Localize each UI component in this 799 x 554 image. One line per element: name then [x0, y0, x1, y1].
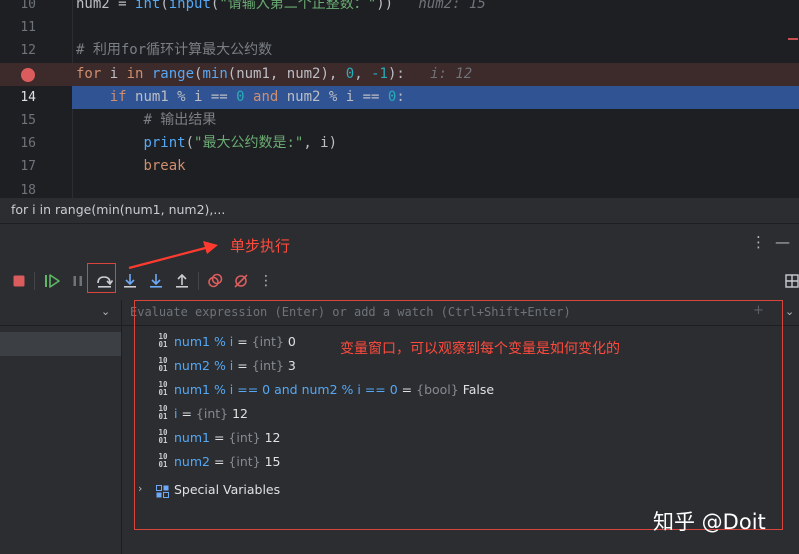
- code-text[interactable]: # 利用for循环计算最大公约数: [76, 39, 272, 62]
- code-token: )): [376, 0, 394, 12]
- code-token: -1: [371, 65, 388, 82]
- code-token: print: [143, 135, 186, 152]
- layout-icon[interactable]: [782, 271, 799, 291]
- code-token: # 输出结果: [143, 112, 217, 128]
- code-token: int: [135, 0, 161, 12]
- code-token: in: [126, 65, 152, 82]
- variables-highlight: [134, 300, 783, 530]
- frames-header[interactable]: ⌄: [0, 300, 121, 326]
- code-line[interactable]: 18: [0, 179, 799, 198]
- variables-annotation-label: 变量窗口，可以观察到每个变量是如何变化的: [340, 341, 620, 357]
- more-vertical-icon[interactable]: ⋮: [751, 233, 766, 251]
- breadcrumb-text[interactable]: for i in range(min(num1, num2),...: [11, 202, 225, 217]
- code-token: i: 12: [404, 65, 473, 82]
- step-annotation-label: 单步执行: [230, 237, 291, 255]
- code-text[interactable]: num2 = int(input("请输入第二个正整数：")) num2: 15: [76, 0, 486, 16]
- selected-frame[interactable]: [0, 332, 121, 356]
- code-line[interactable]: 12 # 利用for循环计算最大公约数: [0, 39, 799, 62]
- code-text[interactable]: # 输出结果: [76, 109, 216, 132]
- code-token: i: [109, 65, 127, 82]
- line-number[interactable]: 16: [0, 132, 36, 155]
- code-token: (num1, num2),: [227, 65, 346, 82]
- stop-icon[interactable]: [9, 271, 29, 291]
- code-token: ,: [354, 65, 372, 82]
- step-out-icon[interactable]: [172, 271, 192, 291]
- breakpoint-icon[interactable]: [21, 67, 35, 82]
- line-number[interactable]: 10: [0, 0, 36, 16]
- code-token: # 利用for循环计算最大公约数: [76, 42, 273, 59]
- code-token: :: [396, 88, 405, 105]
- code-text[interactable]: if num1 % i == 0 and num2 % i == 0:: [76, 86, 405, 109]
- code-line[interactable]: 10 num2 = int(input("请输入第二个正整数：")) num2: …: [0, 0, 799, 16]
- annotation-arrow: [128, 241, 218, 270]
- code-text[interactable]: break: [76, 155, 186, 178]
- code-token: min: [202, 65, 228, 82]
- line-number[interactable]: 14: [0, 86, 36, 109]
- pause-icon[interactable]: [68, 271, 88, 291]
- step-button-highlight: [87, 263, 116, 293]
- resume-icon[interactable]: [42, 271, 62, 291]
- debug-panel-header: ⋮ —: [0, 224, 799, 262]
- watermark: 知乎 @Doit: [653, 510, 766, 534]
- more-icon[interactable]: ⋮: [256, 271, 276, 291]
- toolbar-separator: [34, 272, 35, 290]
- code-token: 0: [345, 65, 355, 82]
- code-token: and: [253, 88, 287, 105]
- code-token: ):: [387, 65, 405, 82]
- debug-toolbar: ⋮: [0, 262, 799, 300]
- code-editor[interactable]: 10 num2 = int(input("请输入第二个正整数：")) num2: …: [0, 0, 799, 198]
- step-into-my-code-icon[interactable]: [146, 271, 166, 291]
- line-number[interactable]: 12: [0, 39, 36, 62]
- code-line[interactable]: 15 # 输出结果: [0, 109, 799, 132]
- chevron-down-icon[interactable]: ⌄: [785, 305, 794, 318]
- code-token: num2 % i ==: [286, 88, 388, 105]
- code-token: num1 % i ==: [135, 88, 237, 105]
- code-token: break: [143, 158, 186, 175]
- code-token: 0: [236, 88, 254, 105]
- code-token: (: [160, 0, 169, 12]
- code-token: (: [185, 135, 195, 152]
- code-token: "请输入第二个正整数：": [219, 0, 377, 12]
- code-token: "最大公约数是:": [194, 135, 304, 152]
- code-text[interactable]: for i in range(min(num1, num2), 0, -1): …: [76, 63, 472, 86]
- code-token: num2 =: [76, 0, 136, 12]
- code-token: if: [109, 88, 136, 105]
- line-number[interactable]: 17: [0, 155, 36, 178]
- step-into-icon[interactable]: [120, 271, 140, 291]
- code-line[interactable]: 16 print("最大公约数是:", i): [0, 132, 799, 155]
- mute-breakpoints-icon[interactable]: [231, 271, 251, 291]
- code-token: input: [168, 0, 211, 12]
- code-line[interactable]: 14 if num1 % i == 0 and num2 % i == 0:: [0, 85, 799, 109]
- line-number[interactable]: 11: [0, 16, 36, 39]
- code-token: , i): [303, 135, 338, 152]
- code-line[interactable]: 17 break: [0, 155, 799, 178]
- code-token: num2: 15: [393, 0, 486, 12]
- line-number[interactable]: 15: [0, 109, 36, 132]
- minimize-icon[interactable]: —: [775, 233, 790, 251]
- code-line[interactable]: for i in range(min(num1, num2), 0, -1): …: [0, 62, 799, 86]
- code-token: range: [151, 65, 195, 82]
- code-text[interactable]: print("最大公约数是:", i): [76, 132, 337, 155]
- view-breakpoints-icon[interactable]: [205, 271, 225, 291]
- code-token: for: [76, 65, 110, 82]
- chevron-down-icon[interactable]: ⌄: [101, 305, 110, 318]
- toolbar-separator: [198, 272, 199, 290]
- code-line[interactable]: 11: [0, 16, 799, 39]
- breadcrumb[interactable]: for i in range(min(num1, num2),...: [0, 198, 799, 224]
- frames-panel[interactable]: ⌄: [0, 300, 122, 554]
- error-marker: [788, 38, 798, 40]
- line-number[interactable]: 18: [0, 179, 36, 198]
